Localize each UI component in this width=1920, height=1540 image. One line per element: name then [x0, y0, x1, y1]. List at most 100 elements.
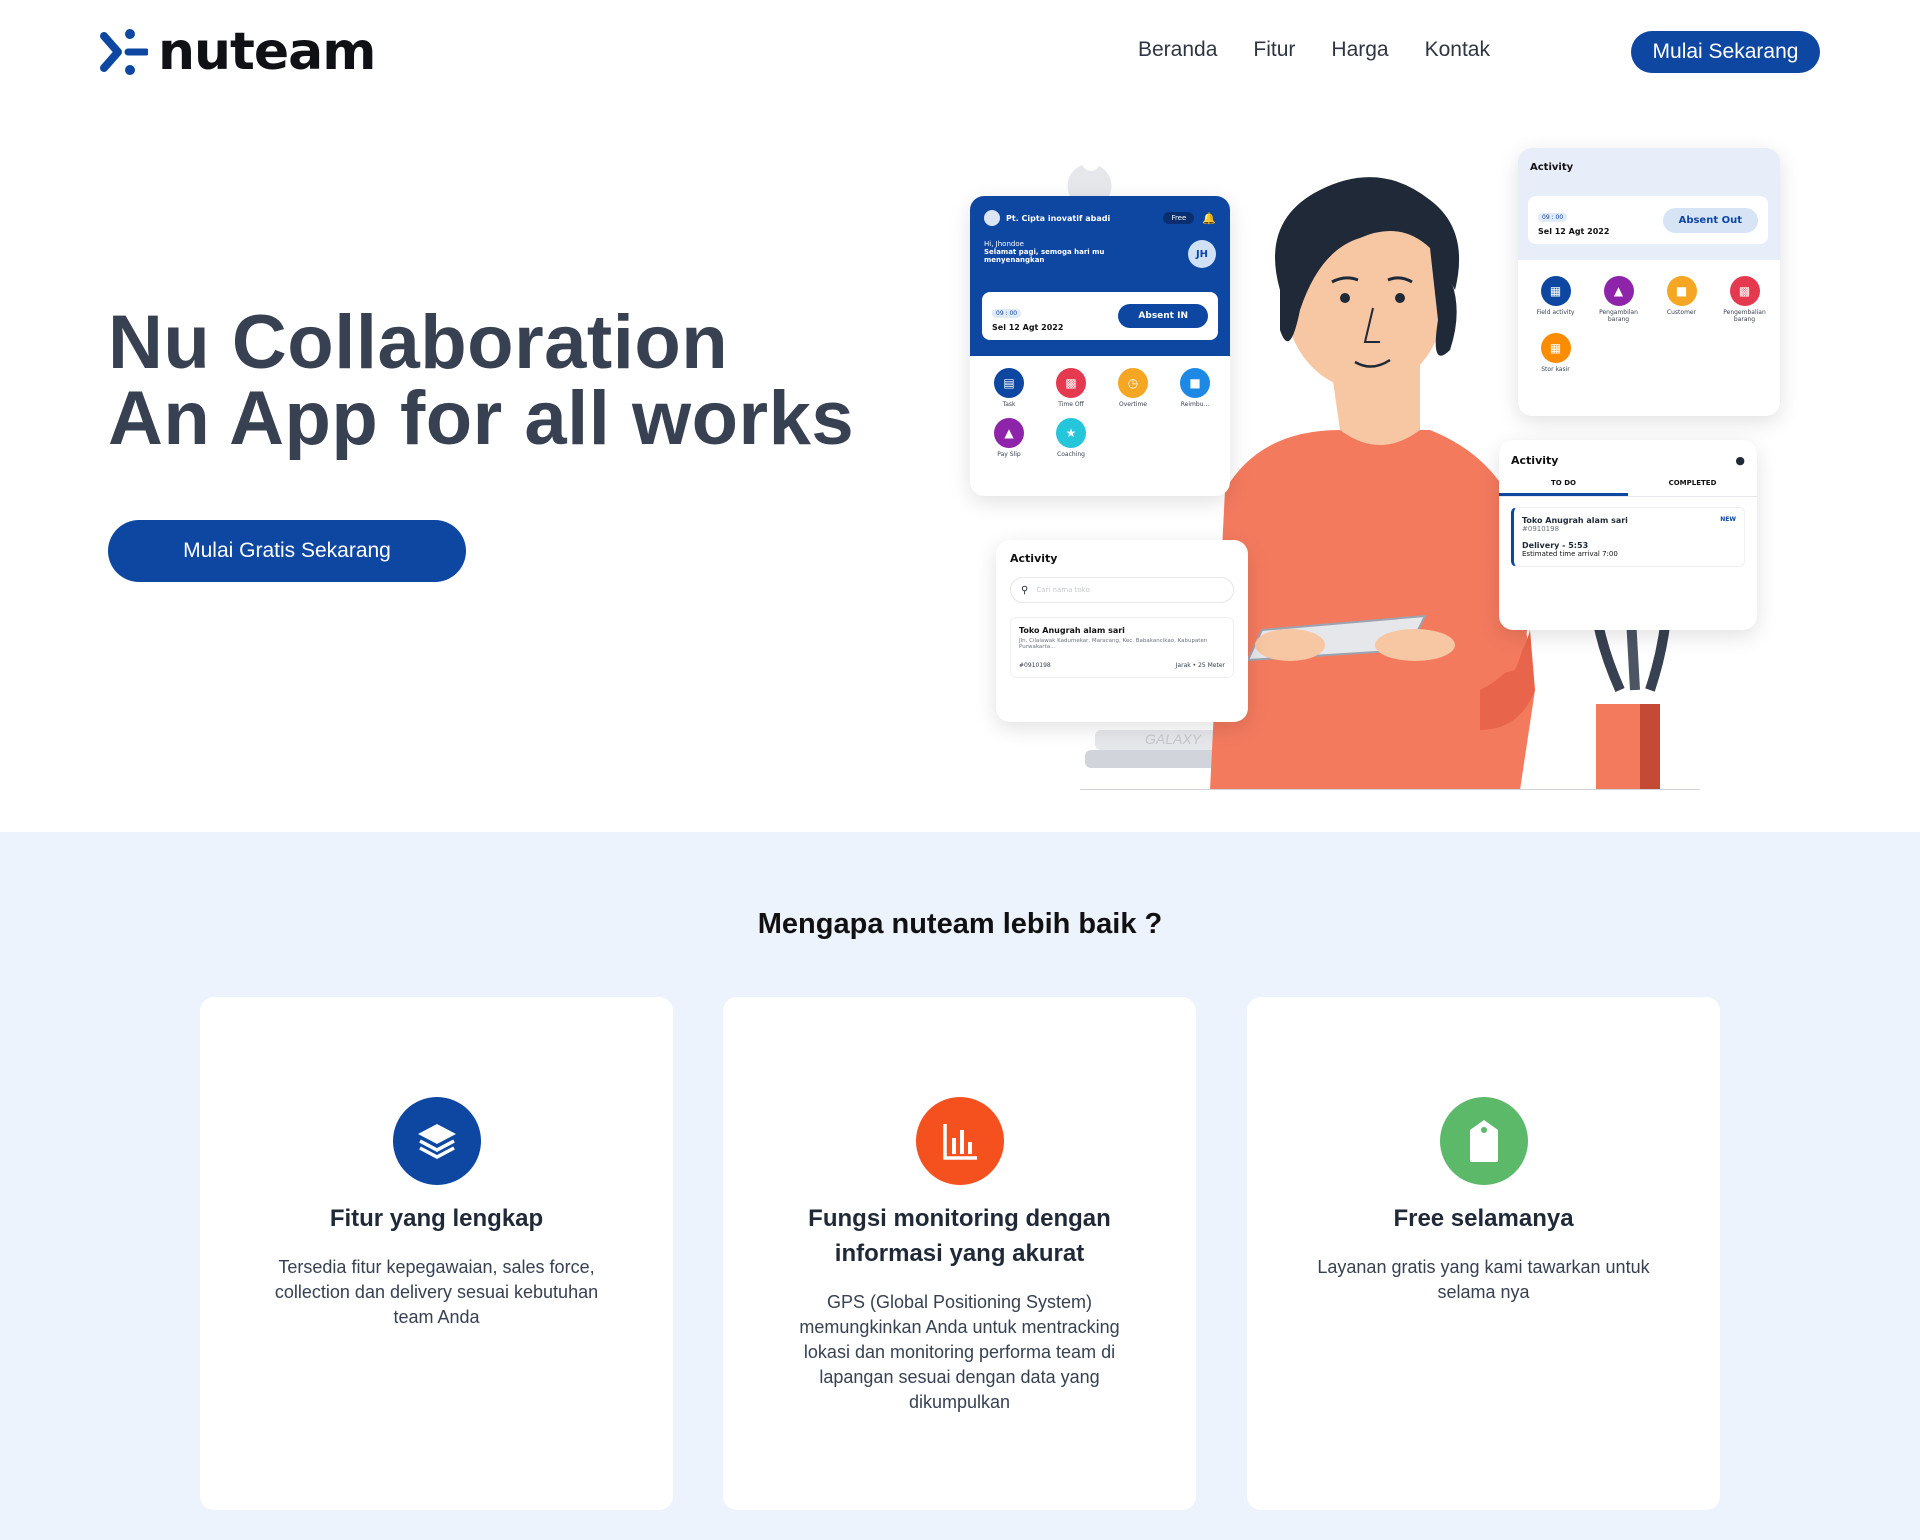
plan-badge: Free [1163, 212, 1195, 224]
nav-link-beranda[interactable]: Beranda [1138, 38, 1217, 62]
avatar: JH [1188, 240, 1216, 268]
customer-icon: ■ [1666, 276, 1697, 306]
chart-icon [916, 1097, 1004, 1185]
greeting: Hi, Jhondoe [984, 240, 1024, 248]
company-name: Pt. Cipta inovatif abadi [1006, 213, 1111, 223]
field-activity-icon: ▦ [1540, 276, 1571, 306]
feature-description: Tersedia fitur kepegawaian, sales force,… [274, 1257, 599, 1327]
menu-reimburse[interactable]: ■ Reimbu... [1164, 368, 1226, 408]
hero-title: Nu Collaboration An App for all works [108, 305, 854, 457]
menu-label: Field activity [1536, 309, 1575, 316]
time-pill: 09 : 00 [1538, 213, 1568, 222]
activity-search-card: Activity ⚲ Cari nama toko Toko Anugrah a… [996, 540, 1248, 722]
menu-label: Pengembalian barang [1723, 309, 1766, 323]
store-item[interactable]: Toko Anugrah alam sari Jln. Cilalawak Ka… [1010, 617, 1234, 678]
feature-title: Fungsi monitoring dengan informasi yang … [808, 1205, 1111, 1267]
brand-logo[interactable]: nuteam [100, 22, 376, 82]
activity-menu-grid: ▦ Field activity ▲ Pengambilan barang ■ Cus… [1524, 276, 1778, 373]
menu-label: Time Off [1058, 401, 1084, 408]
hero-title-line2: An App for all works [108, 376, 855, 461]
absent-in-button[interactable]: Absent IN [1118, 304, 1208, 328]
payslip-icon: ▲ [994, 418, 1024, 448]
store-id: #0910198 [1019, 662, 1051, 669]
activity-tabs: TO DO COMPLETED [1499, 473, 1757, 497]
brand-name: nuteam [158, 22, 376, 82]
todo-name: Toko Anugrah alam sari [1522, 516, 1628, 525]
pickup-icon: ▲ [1603, 276, 1634, 306]
menu-time-off[interactable]: ▩ Time Off [1040, 368, 1102, 408]
receipt-icon: ■ [1180, 368, 1210, 398]
menu-return[interactable]: ▩ Pengembalian barang [1713, 276, 1776, 323]
hero-illustration: GALAXY Pt. Cipta inovatif abadi Free 🔔 H… [960, 130, 1810, 790]
activity-title: Activity [1511, 454, 1559, 467]
feature-card-free: Free selamanya Layanan gratis yang kami … [1247, 997, 1720, 1510]
nav-link-kontak[interactable]: Kontak [1425, 38, 1490, 62]
tab-todo[interactable]: TO DO [1499, 473, 1628, 496]
menu-label: Stor kasir [1541, 366, 1570, 373]
menu-cashier[interactable]: ▦ Stor kasir [1524, 333, 1587, 373]
layers-icon [393, 1097, 481, 1185]
nav-link-fitur[interactable]: Fitur [1253, 38, 1295, 62]
clock-icon: ◷ [1118, 368, 1148, 398]
location-pin-icon: ● [1735, 454, 1745, 467]
todo-eta: Estimated time arrival 7:00 [1522, 550, 1618, 558]
start-free-button[interactable]: Mulai Gratis Sekarang [108, 520, 466, 582]
tab-completed[interactable]: COMPLETED [1628, 473, 1757, 496]
activity-menu-card: Activity 09 : 00 Sel 12 Agt 2022 Absent … [1518, 148, 1780, 416]
menu-overtime[interactable]: ◷ Overtime [1102, 368, 1164, 408]
absent-out-button[interactable]: Absent Out [1662, 207, 1758, 233]
menu-grid: ▤ Task ▩ Time Off ◷ Overtime ■ Reimbu... ▲ Pa… [978, 368, 1226, 458]
attendance-box: 09 : 00 Sel 12 Agt 2022 Absent Out [1528, 196, 1768, 244]
menu-field-activity[interactable]: ▦ Field activity [1524, 276, 1587, 323]
todo-card: Activity ● TO DO COMPLETED Toko Anugrah … [1499, 440, 1757, 630]
attendance-box: 09 : 00 Sel 12 Agt 2022 Absent IN [982, 292, 1218, 340]
menu-label: Customer [1666, 309, 1697, 316]
feature-description: GPS (Global Positioning System) memungki… [799, 1292, 1120, 1412]
return-icon: ▩ [1729, 276, 1760, 306]
activity-title: Activity [1530, 162, 1574, 173]
store-name: Toko Anugrah alam sari [1019, 626, 1125, 635]
store-search-input[interactable]: ⚲ Cari nama toko [1010, 577, 1234, 603]
nav-link-harga[interactable]: Harga [1331, 38, 1388, 62]
time-pill: 09 : 00 [992, 309, 1022, 318]
search-icon: ⚲ [1021, 584, 1029, 596]
feature-description: Layanan gratis yang kami tawarkan untuk … [1317, 1257, 1650, 1302]
store-distance: Jarak • 25 Meter [1175, 662, 1225, 669]
dashboard-mock-card: Pt. Cipta inovatif abadi Free 🔔 Hi, Jhon… [970, 196, 1230, 496]
search-placeholder: Cari nama toko [1036, 586, 1090, 594]
calendar-icon: ▩ [1056, 368, 1086, 398]
nuteam-logo-icon [100, 29, 148, 75]
menu-label: Task [1002, 401, 1016, 408]
greeting-sub: Selamat pagi, semoga hari mu menyenangka… [984, 248, 1105, 264]
todo-delivery: Delivery - 5:53 [1522, 541, 1589, 550]
feature-card-monitoring: Fungsi monitoring dengan informasi yang … [723, 997, 1196, 1510]
date-text: Sel 12 Agt 2022 [992, 323, 1064, 332]
feature-card-complete: Fitur yang lengkap Tersedia fitur kepega… [200, 997, 673, 1510]
menu-label: Pay Slip [997, 451, 1021, 458]
todo-id: #0910198 [1522, 525, 1560, 533]
hero-title-line1: Nu Collaboration [108, 300, 729, 385]
section-title: Mengapa nuteam lebih baik ? [757, 908, 1163, 940]
menu-task[interactable]: ▤ Task [978, 368, 1040, 408]
tag-icon [1440, 1097, 1528, 1185]
menu-customer[interactable]: ■ Customer [1650, 276, 1713, 323]
start-now-button[interactable]: Mulai Sekarang [1631, 31, 1820, 73]
todo-item[interactable]: Toko Anugrah alam sari NEW #0910198 Deli… [1511, 507, 1745, 567]
feature-title: Free selamanya [1393, 1205, 1574, 1232]
why-section: Mengapa nuteam lebih baik ? Fitur yang l… [0, 832, 1920, 1540]
task-icon: ▤ [994, 368, 1024, 398]
activity-title: Activity [1010, 552, 1058, 565]
new-badge: NEW [1720, 516, 1736, 523]
company-logo-icon [984, 210, 1000, 226]
coaching-icon: ★ [1056, 418, 1086, 448]
date-text: Sel 12 Agt 2022 [1538, 227, 1610, 236]
nav-links: Beranda Fitur Harga Kontak [1138, 38, 1490, 62]
menu-coaching[interactable]: ★ Coaching [1040, 418, 1102, 458]
menu-label: Pengambilan barang [1599, 309, 1638, 323]
menu-pickup[interactable]: ▲ Pengambilan barang [1587, 276, 1650, 323]
store-address: Jln. Cilalawak Kadumekar, Maracang, Kec.… [1019, 638, 1208, 650]
calculator-icon: ▦ [1540, 333, 1571, 363]
feature-title: Fitur yang lengkap [329, 1205, 544, 1232]
menu-label: Overtime [1119, 401, 1147, 408]
menu-pay-slip[interactable]: ▲ Pay Slip [978, 418, 1040, 458]
